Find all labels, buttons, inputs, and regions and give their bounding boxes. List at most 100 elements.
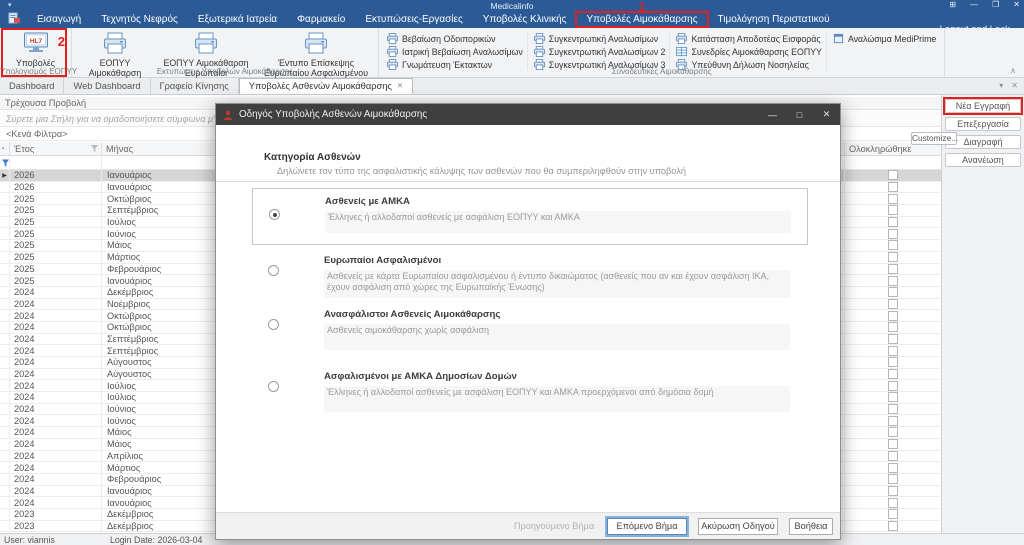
completed-checkbox[interactable] (888, 205, 898, 215)
completed-checkbox[interactable] (888, 194, 898, 204)
maximize-icon[interactable]: □ (786, 104, 813, 125)
radio-button[interactable] (268, 265, 279, 276)
radio-button[interactable] (269, 209, 280, 220)
minimize-icon[interactable]: — (970, 0, 978, 9)
completed-checkbox[interactable] (888, 381, 898, 391)
minimize-icon[interactable]: — (759, 104, 786, 125)
patient-category-option-3[interactable]: Ανασφάλιστοι Ασθενείς ΑιμοκάθαρσηςΑσθενε… (252, 309, 808, 350)
ribbon-item[interactable]: Κατάσταση Αποδοτέας Εισφοράς (676, 33, 822, 44)
completed-checkbox[interactable] (888, 404, 898, 414)
ribbon-item[interactable]: Συγκεντρωτική Αναλωσίμων (534, 33, 666, 44)
side-button-1[interactable]: Νέα Εγγραφή (945, 99, 1021, 113)
ribbon: HL7 Υποβολές Υπολογισμός ΕΟΠΥΥ 2 ΕΟΠΥΥ Α… (0, 28, 1024, 78)
ribbon-item[interactable]: Βεβαίωση Οδοιπορικών (387, 33, 523, 44)
completed-checkbox[interactable] (888, 509, 898, 519)
tab-Web Dashboard[interactable]: Web Dashboard (64, 78, 150, 94)
radio-button[interactable] (268, 319, 279, 330)
completed-checkbox[interactable] (888, 369, 898, 379)
previous-step-button[interactable]: Προηγούμενο Βήμα (512, 518, 596, 535)
completed-checkbox[interactable] (888, 451, 898, 461)
printer-icon (676, 33, 687, 44)
completed-checkbox[interactable] (888, 299, 898, 309)
completed-checkbox[interactable] (888, 357, 898, 367)
cell-year: 2024 (10, 486, 102, 497)
tab-Γραφείο Κίνησης[interactable]: Γραφείο Κίνησης (151, 78, 239, 94)
section-subtitle: Δηλώνετε τον τύπο της ασφαλιστικής κάλυψ… (277, 166, 686, 176)
ribbon-button-3[interactable]: Έντυπο Επίσκεψης Ευρωπαίου Ασφαλισμένου (260, 30, 372, 68)
ribbon-button-2[interactable]: ΕΟΠΥΥ Αιμοκάθαρση Ευρωπαίοι (156, 30, 256, 68)
menu-item-Τεχνητός Νεφρός[interactable]: Τεχνητός Νεφρός (91, 11, 188, 28)
help-button[interactable]: Βοήθεια (789, 518, 833, 535)
side-button-2[interactable]: Επεξεργασία (945, 117, 1021, 131)
next-step-button[interactable]: Επόμενο Βήμα (607, 518, 687, 535)
close-icon[interactable]: ✕ (1013, 0, 1020, 9)
completed-checkbox[interactable] (888, 463, 898, 473)
column-header-year[interactable]: Έτος (10, 142, 102, 155)
cell-completed (845, 275, 941, 286)
dialog-title: Οδηγός Υποβολής Ασθενών Αιμοκάθαρσης (239, 109, 427, 120)
completed-checkbox[interactable] (888, 392, 898, 402)
cancel-wizard-button[interactable]: Ακύρωση Οδηγού (698, 518, 778, 535)
app-icon[interactable] (8, 12, 21, 27)
close-icon[interactable]: ✕ (813, 104, 840, 125)
completed-checkbox[interactable] (888, 474, 898, 484)
completed-checkbox[interactable] (888, 182, 898, 192)
radio-button[interactable] (268, 381, 279, 392)
cell-completed (845, 380, 941, 391)
row-indicator (0, 521, 10, 532)
restore-icon[interactable]: ❐ (992, 0, 999, 9)
completed-checkbox[interactable] (888, 240, 898, 250)
cell-year: 2024 (10, 369, 102, 380)
menu-item-Υποβολές Αιμοκάθαρσης[interactable]: Υποβολές Αιμοκάθαρσης1 (576, 11, 707, 28)
tab-Υποβολές Ασθενών Αιμοκάθαρσης[interactable]: Υποβολές Ασθενών Αιμοκάθαρσης✕ (239, 78, 413, 94)
ribbon-column: Αναλώσιμα MediPrime (829, 33, 940, 70)
ribbon-item[interactable]: Συγκεντρωτική Αναλωσίμων 2 (534, 46, 666, 57)
completed-checkbox[interactable] (888, 521, 898, 531)
ribbon-options-icon[interactable]: ⊞ (949, 0, 956, 9)
row-indicator (0, 287, 10, 298)
close-icon[interactable]: ✕ (1011, 81, 1018, 90)
patient-category-option-4[interactable]: Ασφαλισμένοι με ΑΜΚΑ Δημοσίων ΔομώνΈλλην… (252, 371, 808, 412)
ribbon-item[interactable]: Αναλώσιμα MediPrime (833, 33, 936, 44)
completed-checkbox[interactable] (888, 217, 898, 227)
ribbon-collapse-icon[interactable]: ∧ (1010, 66, 1016, 75)
completed-checkbox[interactable] (888, 264, 898, 274)
completed-checkbox[interactable] (888, 498, 898, 508)
tab-close-icon[interactable]: ✕ (397, 78, 403, 94)
completed-checkbox[interactable] (888, 439, 898, 449)
completed-checkbox[interactable] (888, 170, 898, 180)
ribbon-button-1[interactable]: ΕΟΠΥΥ Αιμοκάθαρση (78, 30, 152, 68)
menu-item-Τιμολόγηση Περιστατικού[interactable]: Τιμολόγηση Περιστατικού (708, 11, 840, 28)
dialog-title-bar[interactable]: Οδηγός Υποβολής Ασθενών Αιμοκάθαρσης — □… (216, 104, 840, 125)
patient-category-option-1[interactable]: Ασθενείς με ΑΜΚΑΈλληνες ή αλλοδαποί ασθε… (252, 188, 808, 245)
completed-checkbox[interactable] (888, 229, 898, 239)
menu-item-Εισαγωγή[interactable]: Εισαγωγή (27, 11, 91, 28)
completed-checkbox[interactable] (888, 287, 898, 297)
ribbon-item[interactable]: Ιατρική Βεβαίωση Αναλωσίμων (387, 46, 523, 57)
tab-Dashboard[interactable]: Dashboard (0, 78, 64, 94)
completed-checkbox[interactable] (888, 322, 898, 332)
patient-category-option-2[interactable]: Ευρωπαίοι ΑσφαλισμένοιΑσθενείς με κάρτα … (252, 255, 808, 298)
chevron-down-icon[interactable]: ▾ (999, 81, 1003, 90)
completed-checkbox[interactable] (888, 346, 898, 356)
completed-checkbox[interactable] (888, 416, 898, 426)
row-indicator (0, 369, 10, 380)
completed-checkbox[interactable] (888, 486, 898, 496)
ribbon-item[interactable]: Συνεδρίες Αιμοκάθαρσης ΕΟΠΥΥ (676, 46, 822, 57)
customize-button[interactable]: Customize... (911, 132, 957, 145)
completed-checkbox[interactable] (888, 334, 898, 344)
cell-completed (845, 322, 941, 333)
cell-completed (845, 299, 941, 310)
completed-checkbox[interactable] (888, 276, 898, 286)
menu-item-Φαρμακείο[interactable]: Φαρμακείο (287, 11, 355, 28)
cell-completed (845, 451, 941, 462)
menu-item-Εξωτερικά Ιατρεία[interactable]: Εξωτερικά Ιατρεία (188, 11, 287, 28)
completed-checkbox[interactable] (888, 311, 898, 321)
menu-item-Υποβολές Κλινικής[interactable]: Υποβολές Κλινικής (473, 11, 577, 28)
status-user: User: viannis (4, 535, 55, 545)
ypovoles-button[interactable]: HL7 Υποβολές (16, 30, 55, 68)
side-button-4[interactable]: Ανανέωση (945, 153, 1021, 167)
completed-checkbox[interactable] (888, 252, 898, 262)
menu-item-Εκτυπώσεις-Εργασίες[interactable]: Εκτυπώσεις-Εργασίες (355, 11, 472, 28)
completed-checkbox[interactable] (888, 427, 898, 437)
